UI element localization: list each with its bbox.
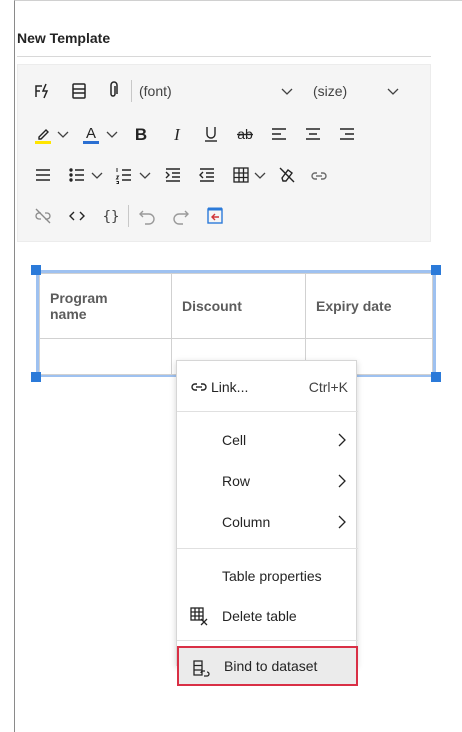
column-header-discount[interactable]: Discount <box>171 273 306 339</box>
resize-handle-bottom-left[interactable] <box>31 372 41 382</box>
menu-item-label: Bind to dataset <box>224 658 318 674</box>
exit-icon[interactable] <box>203 204 227 228</box>
link-icon <box>191 383 207 391</box>
menu-item-label: Cell <box>222 432 247 448</box>
font-color-icon[interactable]: A <box>79 122 103 146</box>
menu-item-label: Delete table <box>222 608 297 624</box>
resize-handle-top-left[interactable] <box>31 265 41 275</box>
unlink-icon[interactable] <box>31 204 55 228</box>
svg-text:B: B <box>135 125 147 144</box>
table-context-menu: Link... Ctrl+K Cell Row Column Table pro… <box>176 360 358 686</box>
bold-icon[interactable]: B <box>129 122 153 146</box>
align-left-icon[interactable] <box>267 122 291 146</box>
underline-icon[interactable] <box>199 122 223 146</box>
bullet-list-icon[interactable] <box>65 163 89 187</box>
menu-item-label: Column <box>222 514 271 530</box>
italic-icon[interactable]: I <box>165 122 189 146</box>
attach-icon[interactable] <box>101 79 125 103</box>
chevron-down-icon[interactable] <box>386 84 400 98</box>
undo-icon[interactable] <box>135 204 159 228</box>
chevron-right-icon <box>338 474 346 488</box>
chevron-down-icon[interactable] <box>56 127 70 141</box>
menu-item-column[interactable]: Column <box>177 502 358 542</box>
resize-handle-bottom-right[interactable] <box>431 372 441 382</box>
menu-divider <box>177 411 358 412</box>
chevron-down-icon[interactable] <box>90 168 104 182</box>
align-center-icon[interactable] <box>301 122 325 146</box>
chevron-right-icon <box>338 515 346 529</box>
menu-item-bind-to-dataset[interactable]: Bind to dataset <box>177 646 358 686</box>
code-icon[interactable] <box>65 204 89 228</box>
chevron-down-icon[interactable] <box>105 127 119 141</box>
toolbar-separator <box>128 205 129 227</box>
table-cell[interactable] <box>39 338 172 375</box>
column-header-program-name[interactable]: Program name <box>39 273 172 339</box>
menu-item-table-properties[interactable]: Table properties <box>177 556 358 596</box>
menu-item-label: Table properties <box>222 568 322 584</box>
dynamic-content-icon[interactable] <box>31 79 55 103</box>
chevron-down-icon[interactable] <box>253 168 267 182</box>
braces-icon[interactable]: {} <box>99 204 123 228</box>
bind-dataset-icon <box>193 660 210 677</box>
panel-title: New Template <box>17 30 111 46</box>
formatting-toolbar: (font) (size) A B I ab {} <box>17 64 431 242</box>
decrease-indent-icon[interactable] <box>195 163 219 187</box>
justify-icon[interactable] <box>31 163 55 187</box>
menu-divider <box>177 548 358 549</box>
delete-table-icon <box>190 607 208 626</box>
title-divider <box>17 56 431 57</box>
menu-item-link[interactable]: Link... Ctrl+K <box>177 367 358 407</box>
menu-item-label: Link... <box>211 379 249 395</box>
chevron-right-icon <box>338 433 346 447</box>
menu-divider <box>177 640 358 641</box>
align-right-icon[interactable] <box>335 122 359 146</box>
highlight-icon[interactable] <box>31 122 55 146</box>
clear-format-icon[interactable] <box>275 163 299 187</box>
svg-text:A: A <box>86 125 96 142</box>
svg-text:{}: {} <box>103 209 120 225</box>
menu-item-row[interactable]: Row <box>177 461 358 501</box>
menu-item-cell[interactable]: Cell <box>177 420 358 460</box>
menu-shortcut: Ctrl+K <box>308 379 348 395</box>
size-select[interactable]: (size) <box>313 83 347 99</box>
strikethrough-icon[interactable]: ab <box>233 122 257 146</box>
paragraph-icon[interactable] <box>67 79 91 103</box>
redo-icon[interactable] <box>169 204 193 228</box>
menu-item-delete-table[interactable]: Delete table <box>177 596 358 636</box>
font-select[interactable]: (font) <box>139 83 172 99</box>
table-header-row: Program name Discount Expiry date <box>39 273 433 339</box>
link-icon[interactable] <box>307 163 331 187</box>
numbered-list-icon[interactable] <box>112 163 136 187</box>
menu-item-label: Row <box>222 473 251 489</box>
column-header-expiry-date[interactable]: Expiry date <box>305 273 433 339</box>
svg-text:I: I <box>173 125 181 144</box>
chevron-down-icon[interactable] <box>138 168 152 182</box>
increase-indent-icon[interactable] <box>161 163 185 187</box>
table-icon[interactable] <box>229 163 253 187</box>
toolbar-separator <box>131 80 132 102</box>
chevron-down-icon[interactable] <box>280 84 294 98</box>
resize-handle-top-right[interactable] <box>431 265 441 275</box>
